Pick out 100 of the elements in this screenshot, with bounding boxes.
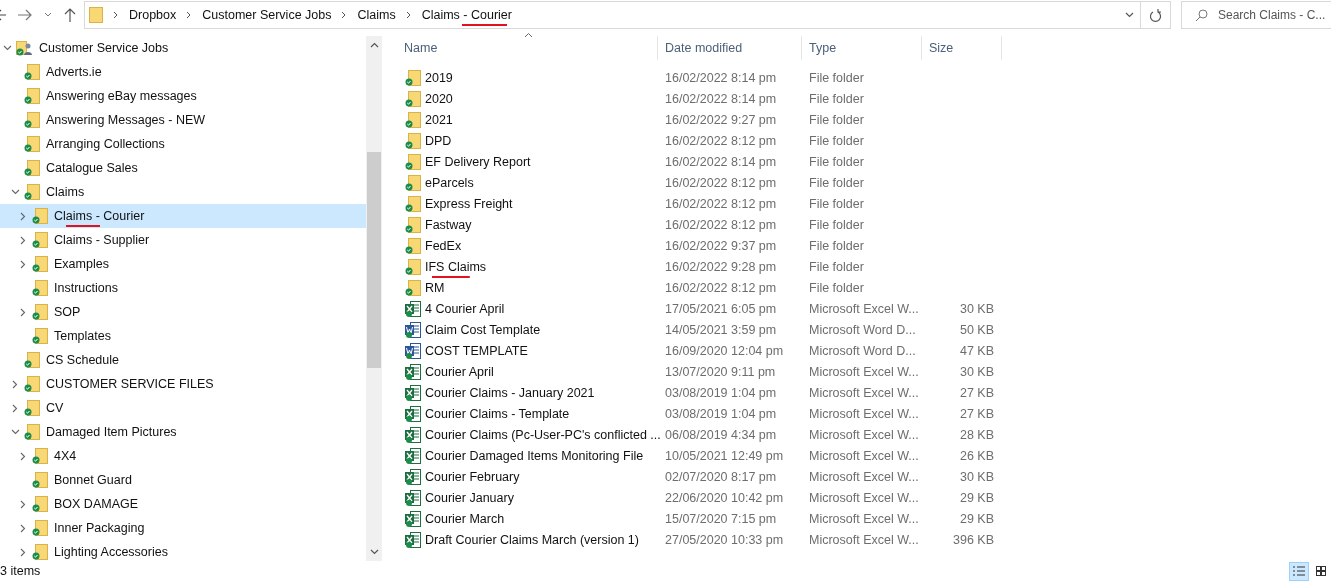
tree-item[interactable]: Answering Messages - NEW: [0, 108, 366, 132]
breadcrumb[interactable]: Claims: [357, 4, 396, 26]
folder-icon: [405, 216, 421, 233]
file-name[interactable]: Courier Claims (Pc-User-PC's conflicted ...: [425, 423, 661, 446]
type-cell-text: Microsoft Excel W...: [808, 301, 920, 316]
file-name[interactable]: FedEx: [425, 234, 462, 257]
tree-item[interactable]: Claims: [0, 180, 366, 204]
scroll-up-icon[interactable]: [369, 42, 379, 48]
file-name[interactable]: DPD: [425, 129, 452, 152]
folder-icon: [89, 7, 103, 23]
refresh-button[interactable]: [1141, 1, 1171, 29]
expanded-chevron-icon[interactable]: [10, 429, 20, 435]
file-name[interactable]: Courier January: [425, 486, 514, 509]
tree-item[interactable]: Damaged Item Pictures: [0, 420, 366, 444]
file-name[interactable]: EF Delivery Report: [425, 150, 531, 173]
date-cell-text: 16/02/2022 8:14 pm: [664, 70, 778, 85]
tiles-view-icon: [1316, 566, 1326, 576]
file-name[interactable]: Courier Claims - January 2021: [425, 381, 595, 404]
tree-item[interactable]: 4X4: [0, 444, 366, 468]
size-cell: 30 KB: [959, 301, 994, 316]
folder-icon: [24, 112, 40, 128]
type-cell-text: Microsoft Excel W...: [808, 406, 920, 421]
size-cell: 27 KB: [959, 385, 994, 400]
tree-item[interactable]: Claims - Courier: [0, 204, 366, 228]
size-cell: 30 KB: [959, 469, 994, 484]
column-header[interactable]: Name: [404, 41, 438, 55]
file-name[interactable]: 4 Courier April: [425, 297, 505, 320]
collapsed-chevron-icon[interactable]: [20, 211, 26, 221]
collapsed-chevron-icon[interactable]: [20, 523, 26, 533]
scroll-down-icon[interactable]: [369, 549, 379, 555]
file-name[interactable]: Courier March: [425, 507, 505, 530]
file-name[interactable]: Express Freight: [425, 192, 513, 215]
type-cell-text: File folder: [808, 280, 865, 295]
dropdown-icon[interactable]: [44, 12, 52, 18]
expanded-chevron-icon[interactable]: [10, 189, 20, 195]
file-name[interactable]: RM: [425, 276, 445, 299]
collapsed-chevron-icon[interactable]: [20, 307, 26, 317]
tree-item[interactable]: Adverts.ie: [0, 60, 366, 84]
file-name[interactable]: Courier Claims - Template: [425, 402, 570, 425]
type-cell-text: Microsoft Word D...: [808, 343, 917, 358]
type-cell-text: Microsoft Excel W...: [808, 490, 920, 505]
date-cell-text: 16/02/2022 8:12 pm: [664, 175, 778, 190]
size-cell: 27 KB: [959, 406, 994, 421]
scrollbar[interactable]: [366, 36, 382, 561]
column-header[interactable]: Size: [929, 41, 954, 55]
file-name[interactable]: Courier Damaged Items Monitoring File: [425, 444, 644, 467]
scroll-thumb[interactable]: [367, 152, 381, 368]
history-dropdown-icon[interactable]: [1125, 12, 1134, 18]
tree-item[interactable]: Lighting Accessories: [0, 540, 366, 564]
tree-item[interactable]: CUSTOMER SERVICE FILES: [0, 372, 366, 396]
collapsed-chevron-icon[interactable]: [20, 547, 26, 557]
collapsed-chevron-icon[interactable]: [12, 403, 18, 413]
collapsed-chevron-icon[interactable]: [20, 499, 26, 509]
column-header[interactable]: Type: [809, 41, 837, 55]
file-name[interactable]: Courier April: [425, 360, 494, 383]
tree-item[interactable]: Examples: [0, 252, 366, 276]
tree-item[interactable]: Templates: [0, 324, 366, 348]
spreadsheet-icon: [405, 300, 421, 317]
size-cell: 30 KB: [959, 364, 994, 379]
forward-icon[interactable]: [18, 9, 32, 21]
chevron-icon: [341, 11, 348, 19]
breadcrumb[interactable]: Dropbox: [129, 4, 177, 26]
search-icon: [1195, 9, 1208, 22]
tree-item[interactable]: Inner Packaging: [0, 516, 366, 540]
type-cell-text: File folder: [808, 175, 865, 190]
tree-item[interactable]: SOP: [0, 300, 366, 324]
date-cell-text: 16/02/2022 8:14 pm: [664, 91, 778, 106]
tree-item[interactable]: Answering eBay messages: [0, 84, 366, 108]
tree-item[interactable]: Instructions: [0, 276, 366, 300]
collapsed-chevron-icon[interactable]: [20, 451, 26, 461]
file-name[interactable]: Draft Courier Claims March (version 1): [425, 528, 639, 551]
search-field[interactable]: Search Claims - C...: [1181, 1, 1331, 29]
tree-item[interactable]: Arranging Collections: [0, 132, 366, 156]
type-cell-text: Microsoft Word D...: [808, 322, 917, 337]
file-name[interactable]: 2020: [425, 87, 453, 110]
tree-item[interactable]: Customer Service Jobs: [0, 36, 366, 60]
date-cell-text: 13/07/2020 9:11 pm: [664, 364, 777, 379]
tree-item[interactable]: BOX DAMAGE: [0, 492, 366, 516]
expanded-chevron-icon[interactable]: [2, 45, 12, 51]
file-name[interactable]: Courier February: [425, 465, 520, 488]
column-header[interactable]: Date modified: [665, 41, 743, 55]
address-bar[interactable]: Dropbox Customer Service Jobs Claims Claims - Courier: [84, 1, 1141, 29]
tree-item[interactable]: Catalogue Sales: [0, 156, 366, 180]
file-name[interactable]: 2021: [425, 108, 453, 131]
tree-item[interactable]: Bonnet Guard: [0, 468, 366, 492]
file-name[interactable]: eParcels: [425, 171, 474, 194]
collapsed-chevron-icon[interactable]: [20, 259, 26, 269]
file-name[interactable]: 2019: [425, 66, 453, 89]
date-cell-text: 16/02/2022 8:12 pm: [664, 217, 778, 232]
file-name[interactable]: Fastway: [425, 213, 472, 236]
breadcrumb[interactable]: Customer Service Jobs: [202, 4, 332, 26]
file-name[interactable]: COST TEMPLATE: [425, 339, 528, 362]
collapsed-chevron-icon[interactable]: [20, 235, 26, 245]
collapsed-chevron-icon[interactable]: [12, 379, 18, 389]
tree-item[interactable]: CV: [0, 396, 366, 420]
tree-item[interactable]: CS Schedule: [0, 348, 366, 372]
tree-item[interactable]: Claims - Supplier: [0, 228, 366, 252]
file-name[interactable]: Claim Cost Template: [425, 318, 541, 341]
up-icon[interactable]: [64, 8, 76, 22]
type-cell-text: File folder: [808, 70, 865, 85]
